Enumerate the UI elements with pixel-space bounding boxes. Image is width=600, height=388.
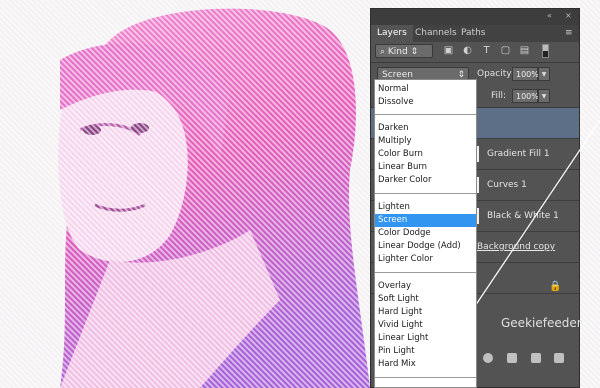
fill-slider-button[interactable]: ▼ — [538, 89, 550, 103]
blend-option[interactable]: Lighter Color — [375, 253, 476, 266]
menu-divider — [375, 272, 476, 273]
blend-option[interactable]: Hard Light — [375, 306, 476, 319]
blend-option[interactable]: Linear Light — [375, 332, 476, 345]
filter-row: ⌕ Kind ⇕ ▣ ◐ T ▢ ▤ — [371, 42, 579, 62]
blend-option[interactable]: Dissolve — [375, 96, 476, 109]
blend-option[interactable]: Pin Light — [375, 345, 476, 358]
close-icon[interactable]: × — [565, 11, 572, 20]
panel-titlebar: « × — [371, 9, 579, 25]
menu-divider — [375, 114, 476, 115]
collapse-icon[interactable]: « — [547, 11, 552, 20]
blend-option[interactable]: Soft Light — [375, 293, 476, 306]
watermark-text: Geekiefeeder — [501, 316, 582, 330]
opacity-label: Opacity: — [477, 69, 514, 79]
blend-option[interactable]: Linear Dodge (Add) — [375, 240, 476, 253]
menu-divider — [375, 193, 476, 194]
tab-paths[interactable]: Paths — [455, 25, 491, 42]
blend-option[interactable]: Normal — [375, 83, 476, 96]
blend-option[interactable]: Color Burn — [375, 148, 476, 161]
chevron-updown-icon: ⇕ — [410, 47, 419, 57]
opacity-input[interactable]: 100% — [512, 67, 539, 81]
blend-option[interactable]: Darken — [375, 122, 476, 135]
panel-menu-icon[interactable]: ≡ — [559, 25, 579, 42]
tab-layers[interactable]: Layers — [371, 25, 413, 42]
adjustment-filter-icon[interactable]: ◐ — [462, 45, 473, 56]
fill-label: Fill: — [491, 91, 507, 101]
blend-option[interactable]: Lighten — [375, 201, 476, 214]
divider — [371, 62, 579, 63]
layer-name: Black & White 1 — [487, 211, 559, 221]
blend-option[interactable]: Overlay — [375, 280, 476, 293]
panel-tabs: Layers Channels Paths ≡ — [371, 25, 579, 42]
menu-divider — [375, 377, 476, 378]
blend-option[interactable]: Darker Color — [375, 174, 476, 187]
blend-option[interactable]: Linear Burn — [375, 161, 476, 174]
trash-icon[interactable] — [554, 353, 564, 363]
blend-option[interactable]: Hard Mix — [375, 358, 476, 371]
lock-icon: 🔒 — [549, 281, 562, 292]
kind-filter-select[interactable]: ⌕ Kind ⇕ — [375, 44, 433, 58]
new-group-icon[interactable] — [507, 353, 517, 363]
smart-object-filter-icon[interactable]: ▤ — [519, 45, 530, 56]
blend-option-selected[interactable]: Screen — [375, 214, 476, 227]
blend-mode-dropdown: Normal Dissolve Darken Multiply Color Bu… — [374, 79, 477, 388]
fill-input[interactable]: 100% — [512, 89, 539, 103]
new-layer-icon[interactable] — [531, 353, 541, 363]
blend-option[interactable]: Vivid Light — [375, 319, 476, 332]
blend-option[interactable]: Multiply — [375, 135, 476, 148]
layer-name: Background copy — [477, 242, 556, 252]
image-filter-icon[interactable]: ▣ — [443, 45, 454, 56]
opacity-slider-button[interactable]: ▼ — [538, 67, 550, 81]
shape-filter-icon[interactable]: ▢ — [500, 45, 511, 56]
adjustment-layer-icon[interactable] — [483, 353, 493, 363]
kind-filter-label: Kind — [387, 47, 408, 57]
filter-toggle[interactable] — [542, 44, 549, 58]
type-filter-icon[interactable]: T — [481, 45, 492, 56]
layer-name: Gradient Fill 1 — [487, 149, 550, 159]
layer-name: Curves 1 — [487, 180, 527, 190]
blend-option[interactable]: Color Dodge — [375, 227, 476, 240]
